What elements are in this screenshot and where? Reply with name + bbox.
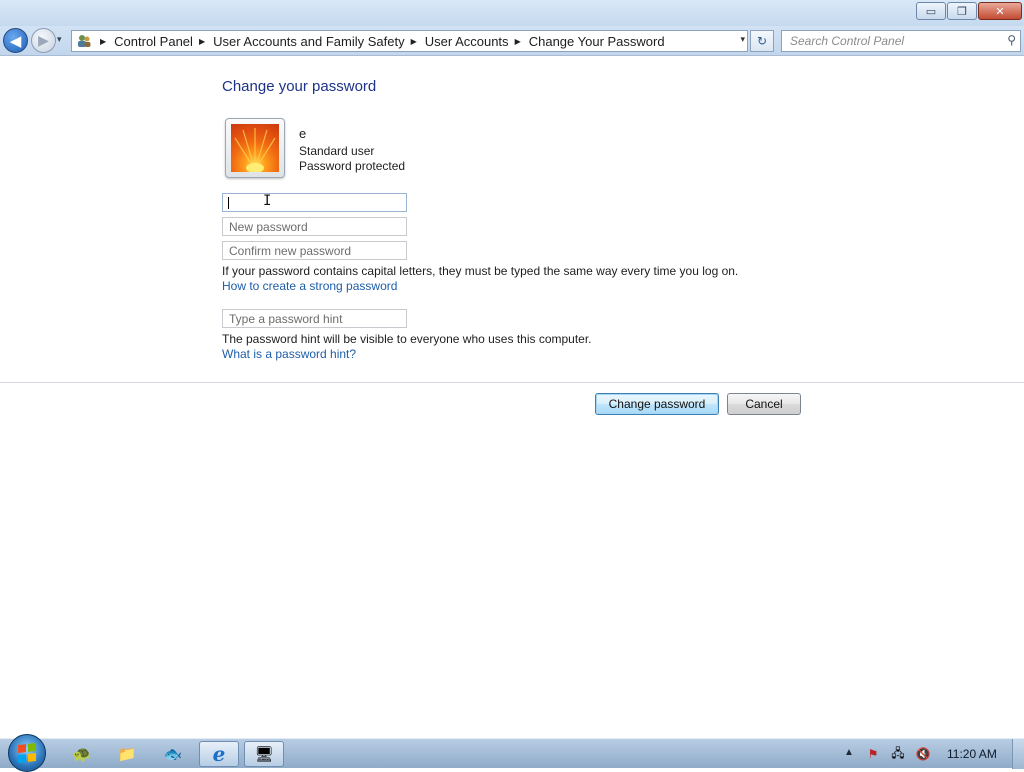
gadget-app-icon: 🐢 [72,746,92,763]
navigation-bar: ◀ ▶ ▾ ▶ Control Panel ▶ User Accounts an… [0,26,1024,56]
action-center-icon[interactable]: ⚑ [864,745,882,763]
taskbar-control-panel[interactable]: 🖥 [244,741,284,767]
taskbar-media-app[interactable]: 🐟 [153,741,193,767]
minimize-button[interactable]: ▭ [916,2,946,20]
user-name: e [299,126,307,141]
search-placeholder: Search Control Panel [790,34,905,48]
show-desktop-button[interactable] [1012,739,1024,769]
address-bar[interactable]: ▶ Control Panel ▶ User Accounts and Fami… [71,30,748,52]
taskbar-gadget-app[interactable]: 🐢 [62,741,102,767]
control-panel-icon [74,31,94,51]
breadcrumb-user-accounts[interactable]: User Accounts [425,34,509,49]
password-hint-help-link[interactable]: What is a password hint? [222,347,356,361]
breadcrumb-separator-icon[interactable]: ▶ [199,37,205,46]
cancel-button[interactable]: Cancel [727,393,801,415]
breadcrumb-change-your-password[interactable]: Change Your Password [529,34,665,49]
folder-icon: 📁 [117,746,137,763]
confirm-password-placeholder: Confirm new password [229,244,352,258]
breadcrumb-separator-icon[interactable]: ▶ [515,37,521,46]
hint-visibility-note: The password hint will be visible to eve… [222,332,592,346]
user-avatar [225,118,285,178]
back-button[interactable]: ◀ [3,28,28,53]
address-dropdown-icon[interactable]: ▾ [740,34,745,45]
windows-logo-icon [18,743,36,763]
capital-letters-note: If your password contains capital letter… [222,264,739,278]
search-input[interactable]: Search Control Panel ⚲ [781,30,1021,52]
refresh-button[interactable]: ↻ [750,30,774,52]
strong-password-link[interactable]: How to create a strong password [222,279,397,293]
start-button[interactable] [8,734,46,772]
network-icon[interactable]: 🖧 [889,745,907,763]
change-password-button[interactable]: Change password [595,393,719,415]
search-icon[interactable]: ⚲ [1007,33,1016,47]
new-password-placeholder: New password [229,220,308,234]
user-password-status: Password protected [299,159,406,173]
content-divider [0,382,1024,383]
show-hidden-icons-button[interactable]: ▲ [844,747,854,758]
breadcrumb-user-accounts-family-safety[interactable]: User Accounts and Family Safety [213,34,404,49]
control-panel-window-icon: 🖥 [254,746,274,763]
window-titlebar: ▭ ❐ ✕ [0,0,1024,26]
internet-explorer-icon: ℯ [212,743,226,766]
volume-muted-icon[interactable]: 🔇 [914,745,932,763]
breadcrumb-separator-icon[interactable]: ▶ [411,37,417,46]
back-arrow-icon: ◀ [9,32,22,50]
current-password-field[interactable] [222,193,407,212]
taskbar-internet-explorer[interactable]: ℯ [199,741,239,767]
breadcrumb-control-panel[interactable]: Control Panel [114,34,193,49]
taskbar: 🐢 📁 🐟 ℯ 🖥 ▲ ⚑ 🖧 🔇 11:20 AM [0,734,1024,772]
password-hint-field[interactable]: Type a password hint [222,309,407,328]
new-password-field[interactable]: New password [222,217,407,236]
breadcrumb-separator-icon[interactable]: ▶ [100,37,106,46]
flower-picture-icon [231,124,279,173]
forward-arrow-icon: ▶ [38,32,49,48]
refresh-icon: ↻ [756,34,768,48]
recent-pages-button[interactable]: ▾ [57,34,62,45]
user-account-type: Standard user [299,144,375,158]
ibeam-cursor-icon: I [263,193,272,209]
window-controls: ▭ ❐ ✕ [916,2,1022,20]
fish-icon: 🐟 [163,746,183,763]
text-caret [228,197,229,209]
maximize-button[interactable]: ❐ [947,2,977,20]
confirm-password-field[interactable]: Confirm new password [222,241,407,260]
close-button[interactable]: ✕ [978,2,1022,20]
page-title: Change your password [222,78,377,95]
system-clock[interactable]: 11:20 AM [947,747,997,761]
password-hint-placeholder: Type a password hint [229,312,343,326]
forward-button[interactable]: ▶ [31,28,56,53]
taskbar-file-explorer[interactable]: 📁 [107,741,147,767]
